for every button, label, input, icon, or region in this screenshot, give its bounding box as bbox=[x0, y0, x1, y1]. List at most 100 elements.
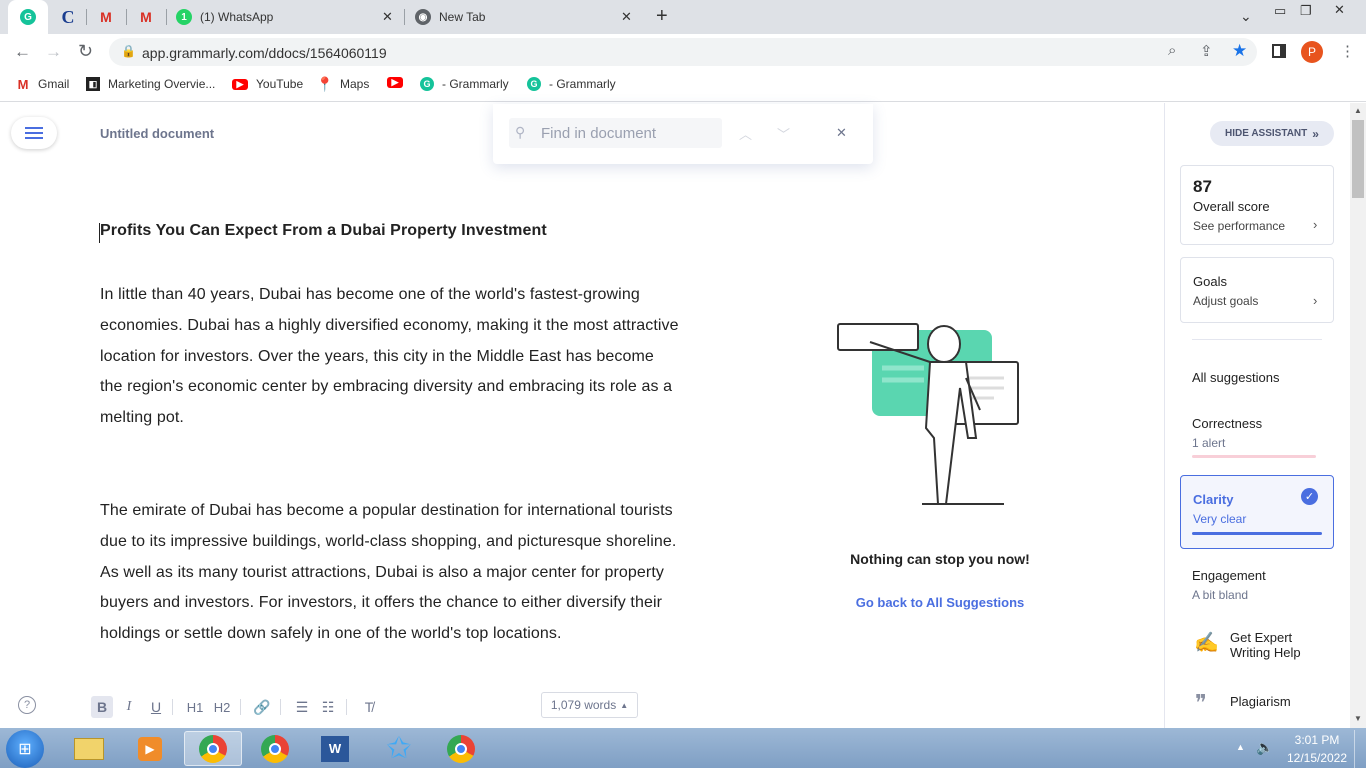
toolbar-divider bbox=[172, 699, 173, 715]
underline-button[interactable]: U bbox=[145, 696, 167, 718]
bookmark-marketing[interactable]: ◧ Marketing Overvie... bbox=[86, 77, 215, 91]
back-to-suggestions-link[interactable]: Go back to All Suggestions bbox=[780, 595, 1100, 610]
close-tab-icon[interactable]: ✕ bbox=[621, 9, 632, 25]
find-close-icon[interactable]: ✕ bbox=[836, 125, 847, 141]
bookmark-youtube[interactable]: ▶ YouTube bbox=[232, 77, 303, 91]
tab-divider bbox=[126, 9, 127, 25]
heading2-button[interactable]: H2 bbox=[211, 696, 233, 718]
chevron-right-icon: › bbox=[1313, 293, 1318, 308]
heading1-button[interactable]: H1 bbox=[184, 696, 206, 718]
engagement-tab[interactable]: Engagement bbox=[1192, 568, 1266, 583]
profile-avatar[interactable]: P bbox=[1301, 41, 1323, 63]
toolbar-divider bbox=[280, 699, 281, 715]
star-app-icon: ✩ bbox=[386, 732, 412, 765]
minimize-icon[interactable]: ▭ bbox=[1274, 3, 1286, 19]
url-text[interactable]: app.grammarly.com/ddocs/1564060119 bbox=[142, 45, 387, 61]
zoom-icon[interactable]: ⌕ bbox=[1168, 42, 1176, 59]
tab-search-icon[interactable]: ⌄ bbox=[1240, 8, 1252, 25]
close-tab-icon[interactable]: ✕ bbox=[382, 9, 393, 25]
menu-button[interactable] bbox=[11, 117, 57, 149]
link-icon[interactable]: 🔗 bbox=[251, 696, 273, 718]
maps-icon: 📍 bbox=[316, 75, 334, 92]
bookmark-maps[interactable]: 📍 Maps bbox=[316, 75, 369, 92]
grammarly-icon: G bbox=[420, 77, 434, 91]
clarity-status: Very clear bbox=[1193, 512, 1247, 526]
scrollbar-thumb[interactable] bbox=[1352, 120, 1364, 198]
help-icon[interactable]: ? bbox=[18, 696, 36, 714]
numbered-list-icon[interactable]: ☰ bbox=[291, 696, 313, 718]
italic-button[interactable]: I bbox=[118, 696, 140, 718]
expert-help-button[interactable]: Get Expert Writing Help bbox=[1230, 630, 1330, 660]
correctness-status: 1 alert bbox=[1192, 436, 1226, 450]
clear-format-icon[interactable]: T̸ bbox=[358, 696, 380, 718]
folder-icon bbox=[74, 737, 104, 760]
gmail-icon: M bbox=[140, 9, 152, 25]
menu-icon[interactable]: ⋮ bbox=[1340, 42, 1355, 60]
back-icon[interactable]: ← bbox=[14, 42, 31, 62]
tab-c[interactable]: C bbox=[56, 0, 80, 34]
bookmark-grammarly-1[interactable]: G- Grammarly bbox=[420, 77, 509, 91]
start-button[interactable]: ⊞ bbox=[6, 730, 44, 768]
volume-icon[interactable]: 🔈 bbox=[1256, 739, 1273, 756]
taskbar-explorer[interactable] bbox=[60, 731, 118, 766]
toolbar-divider bbox=[240, 699, 241, 715]
word-icon: W bbox=[321, 735, 349, 762]
taskbar-chrome[interactable] bbox=[184, 731, 242, 766]
taskbar-chrome-k[interactable] bbox=[432, 731, 490, 766]
tab-divider bbox=[404, 9, 405, 25]
find-next-icon[interactable]: ﹀ bbox=[777, 124, 790, 143]
plagiarism-button[interactable]: Plagiarism bbox=[1230, 694, 1291, 709]
scroll-up-icon[interactable]: ▲ bbox=[1354, 106, 1362, 115]
tab-label: New Tab bbox=[439, 10, 486, 24]
reload-icon[interactable]: ↻ bbox=[78, 41, 93, 62]
show-desktop-button[interactable] bbox=[1354, 730, 1366, 768]
document-title[interactable]: Untitled document bbox=[100, 126, 214, 141]
clarity-label: Clarity bbox=[1193, 492, 1234, 507]
document-heading[interactable]: Profits You Can Expect From a Dubai Prop… bbox=[100, 222, 547, 240]
find-prev-icon[interactable]: ︿ bbox=[739, 124, 752, 143]
all-suggestions-tab[interactable]: All suggestions bbox=[1192, 370, 1279, 385]
tab-gmail-1[interactable]: M bbox=[96, 0, 116, 34]
bookmark-youtube-2[interactable]: ▶ bbox=[387, 77, 411, 88]
scroll-down-icon[interactable]: ▼ bbox=[1354, 714, 1362, 723]
grammarly-icon: G bbox=[527, 77, 541, 91]
double-chevron-icon: » bbox=[1312, 126, 1319, 141]
tab-grammarly[interactable]: G bbox=[8, 0, 48, 34]
taskbar-media[interactable]: ▶ bbox=[121, 731, 179, 766]
side-panel-icon[interactable] bbox=[1272, 44, 1286, 58]
chrome-icon bbox=[199, 734, 227, 763]
taskbar-word[interactable]: W bbox=[306, 731, 364, 766]
restore-icon[interactable]: ❐ bbox=[1300, 3, 1312, 19]
lock-icon[interactable]: 🔒 bbox=[121, 44, 136, 58]
hide-assistant-button[interactable]: HIDE ASSISTANT» bbox=[1210, 121, 1334, 146]
score-value: 87 bbox=[1193, 177, 1212, 196]
new-tab-icon[interactable]: + bbox=[656, 5, 668, 28]
bookmark-star-icon[interactable]: ★ bbox=[1232, 41, 1247, 61]
bookmark-grammarly-2[interactable]: G- Grammarly bbox=[527, 77, 616, 91]
taskbar-chrome-profile[interactable] bbox=[246, 731, 304, 766]
tab-whatsapp[interactable]: 1 (1) WhatsApp bbox=[176, 0, 396, 34]
forward-icon[interactable]: → bbox=[45, 42, 62, 62]
marketing-icon: ◧ bbox=[86, 77, 100, 91]
word-count-button[interactable]: 1,079 words ▲ bbox=[541, 692, 638, 718]
tab-new-tab[interactable]: ◉ New Tab bbox=[415, 0, 635, 34]
tray-expand-icon[interactable]: ▲ bbox=[1236, 742, 1245, 752]
clock-time[interactable]: 3:01 PM bbox=[1284, 733, 1350, 747]
clock-date[interactable]: 12/15/2022 bbox=[1284, 751, 1350, 765]
correctness-tab[interactable]: Correctness bbox=[1192, 416, 1262, 431]
adjust-goals-link[interactable]: Adjust goals bbox=[1193, 294, 1258, 308]
find-placeholder[interactable]: Find in document bbox=[541, 125, 656, 142]
see-performance-link[interactable]: See performance bbox=[1193, 219, 1285, 233]
bulleted-list-icon[interactable]: ☷ bbox=[317, 696, 339, 718]
bookmark-gmail[interactable]: M Gmail bbox=[16, 77, 70, 92]
youtube-icon: ▶ bbox=[232, 78, 248, 90]
goals-card[interactable] bbox=[1180, 257, 1334, 323]
share-icon[interactable]: ⇪ bbox=[1200, 42, 1213, 60]
paragraph-2[interactable]: The emirate of Dubai has become a popula… bbox=[100, 496, 680, 650]
toolbar-divider bbox=[346, 699, 347, 715]
window-close-icon[interactable]: ✕ bbox=[1334, 2, 1345, 18]
tab-gmail-2[interactable]: M bbox=[136, 0, 156, 34]
paragraph-1[interactable]: In little than 40 years, Dubai has becom… bbox=[100, 280, 680, 434]
taskbar-star-app[interactable]: ✩ bbox=[370, 731, 428, 766]
bold-button[interactable]: B bbox=[91, 696, 113, 718]
